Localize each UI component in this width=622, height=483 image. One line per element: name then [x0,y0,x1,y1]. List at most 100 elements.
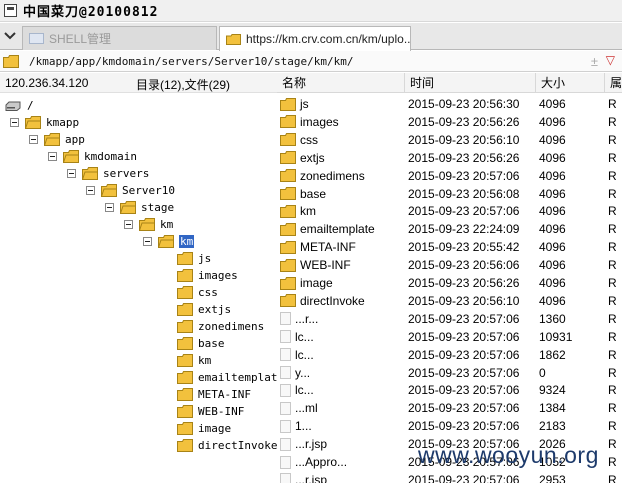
file-icon [280,419,291,433]
tree-item[interactable]: extjs [177,301,231,318]
tree-item[interactable]: images [177,267,238,284]
collapse-icon[interactable] [10,118,19,127]
tree-item[interactable]: base [177,335,225,352]
file-row[interactable]: 1... 2015-09-23 20:57:06 2183 R [277,417,622,435]
file-name-cell: WEB-INF [280,256,405,274]
tree-item[interactable]: emailtemplat [177,369,277,386]
file-name-cell: lc... [280,346,405,364]
folder-row[interactable]: images 2015-09-23 20:56:26 4096 R [277,113,622,131]
tab-label: SHELL管理 [49,32,112,46]
file-name: lc... [295,329,314,344]
file-name: WEB-INF [300,258,351,273]
tree-item[interactable]: km [124,216,173,233]
file-name-cell: js [280,95,405,113]
column-name[interactable]: 名称 [277,73,405,93]
folder-row[interactable]: js 2015-09-23 20:56:30 4096 R [277,95,622,113]
tree-item[interactable]: kmdomain [48,148,137,165]
folder-row[interactable]: zonedimens 2015-09-23 20:57:06 4096 R [277,167,622,185]
folder-icon [280,204,296,218]
collapse-icon[interactable] [86,186,95,195]
file-row[interactable]: ...ml 2015-09-23 20:57:06 1384 R [277,399,622,417]
tree-item[interactable]: app [29,131,85,148]
tree-item[interactable]: km [177,352,211,369]
tab-bar: SHELL管理 https://km.crv.com.cn/km/uplo... [0,23,622,51]
file-name-cell: km [280,202,405,220]
file-name-cell: ...r... [280,310,405,328]
folder-icon [226,33,241,45]
dropdown-icon[interactable]: ▽ [606,53,615,67]
path-input[interactable]: /kmapp/app/kmdomain/servers/Server10/sta… [29,55,354,68]
file-row[interactable]: ...r... 2015-09-23 20:57:06 1360 R [277,310,622,328]
collapse-icon[interactable] [105,203,114,212]
folder-icon [177,252,193,265]
file-size: 4096 [539,276,566,290]
file-name-cell: extjs [280,149,405,167]
collapse-icon[interactable] [48,152,57,161]
file-name: lc... [295,383,314,398]
folder-row[interactable]: css 2015-09-23 20:56:10 4096 R [277,131,622,149]
folder-row[interactable]: directInvoke 2015-09-23 20:56:10 4096 R [277,292,622,310]
tree-item[interactable]: servers [67,165,149,182]
file-list-header: 名称 时间 大小 属 [277,73,622,93]
file-attr: R [608,97,617,111]
tree-item-label: Server10 [122,184,175,197]
folder-row[interactable]: extjs 2015-09-23 20:56:26 4096 R [277,149,622,167]
drive-icon [5,101,21,111]
collapse-icon[interactable] [67,169,76,178]
tree-item-label: WEB-INF [198,405,245,418]
tree-item[interactable]: WEB-INF [177,403,244,420]
add-bookmark-icon[interactable]: ± [591,54,598,69]
tree-item-label: META-INF [198,388,251,401]
collapse-icon[interactable] [124,220,133,229]
file-attr: R [608,347,617,362]
file-row[interactable]: lc... 2015-09-23 20:57:06 10931 R [277,328,622,346]
tree-item[interactable]: js [177,250,211,267]
folder-row[interactable]: base 2015-09-23 20:56:08 4096 R [277,185,622,203]
column-size[interactable]: 大小 [536,73,605,93]
tree-item[interactable]: Server10 [86,182,175,199]
tab-shell-manager[interactable]: SHELL管理 [22,26,217,50]
tree-item[interactable]: zonedimens [177,318,264,335]
tab-url[interactable]: https://km.crv.com.cn/km/uplo... [219,26,411,51]
file-list: 名称 时间 大小 属 js 2015-09-23 20:56:30 4096 Rima… [277,73,622,483]
tree-item[interactable]: image [177,420,231,437]
file-attr: R [608,455,617,469]
file-row[interactable]: ...r.jsp 2015-09-23 20:57:06 2953 R [277,471,622,483]
tree-item[interactable]: css [177,284,218,301]
file-size: 1384 [539,401,566,416]
tree-item-label: js [198,252,212,265]
tree-item[interactable]: META-INF [177,386,251,403]
column-time[interactable]: 时间 [405,73,536,93]
folder-row[interactable]: META-INF 2015-09-23 20:55:42 4096 R [277,238,622,256]
file-attr: R [608,114,617,129]
tree-item[interactable]: / [5,97,34,114]
tree-item-label: servers [103,167,150,180]
collapse-icon[interactable] [143,237,152,246]
file-row[interactable]: lc... 2015-09-23 20:57:06 9324 R [277,381,622,399]
folder-icon [280,240,296,254]
title-bar: 中国菜刀@20100812 [0,0,622,22]
folder-icon [280,187,296,200]
folder-row[interactable]: image 2015-09-23 20:56:26 4096 R [277,274,622,292]
folder-open-icon [139,218,155,231]
collapse-icon[interactable] [29,135,38,144]
tree-item[interactable]: kmapp [10,114,79,131]
file-name: y... [295,365,311,380]
column-attr[interactable]: 属 [605,73,622,93]
file-time: 2015-09-23 20:56:10 [408,293,520,308]
folder-row[interactable]: WEB-INF 2015-09-23 20:56:06 4096 R [277,256,622,274]
file-time: 2015-09-23 20:57:06 [408,329,520,344]
folder-open-icon [158,235,174,248]
folder-row[interactable]: km 2015-09-23 20:57:06 4096 R [277,202,622,220]
file-size: 1862 [539,347,566,362]
tree-item[interactable]: directInvoke [177,437,277,454]
tree-item[interactable]: stage [105,199,174,216]
file-icon [280,330,291,344]
file-row[interactable]: y... 2015-09-23 20:57:06 0 R [277,364,622,382]
folder-icon [177,388,193,401]
file-row[interactable]: lc... 2015-09-23 20:57:06 1862 R [277,346,622,364]
folder-row[interactable]: emailtemplate 2015-09-23 22:24:09 4096 R [277,220,622,238]
tree-item[interactable]: km [143,233,195,250]
tree-item-label: km [179,235,195,248]
tab-dropdown-icon[interactable] [0,23,20,49]
